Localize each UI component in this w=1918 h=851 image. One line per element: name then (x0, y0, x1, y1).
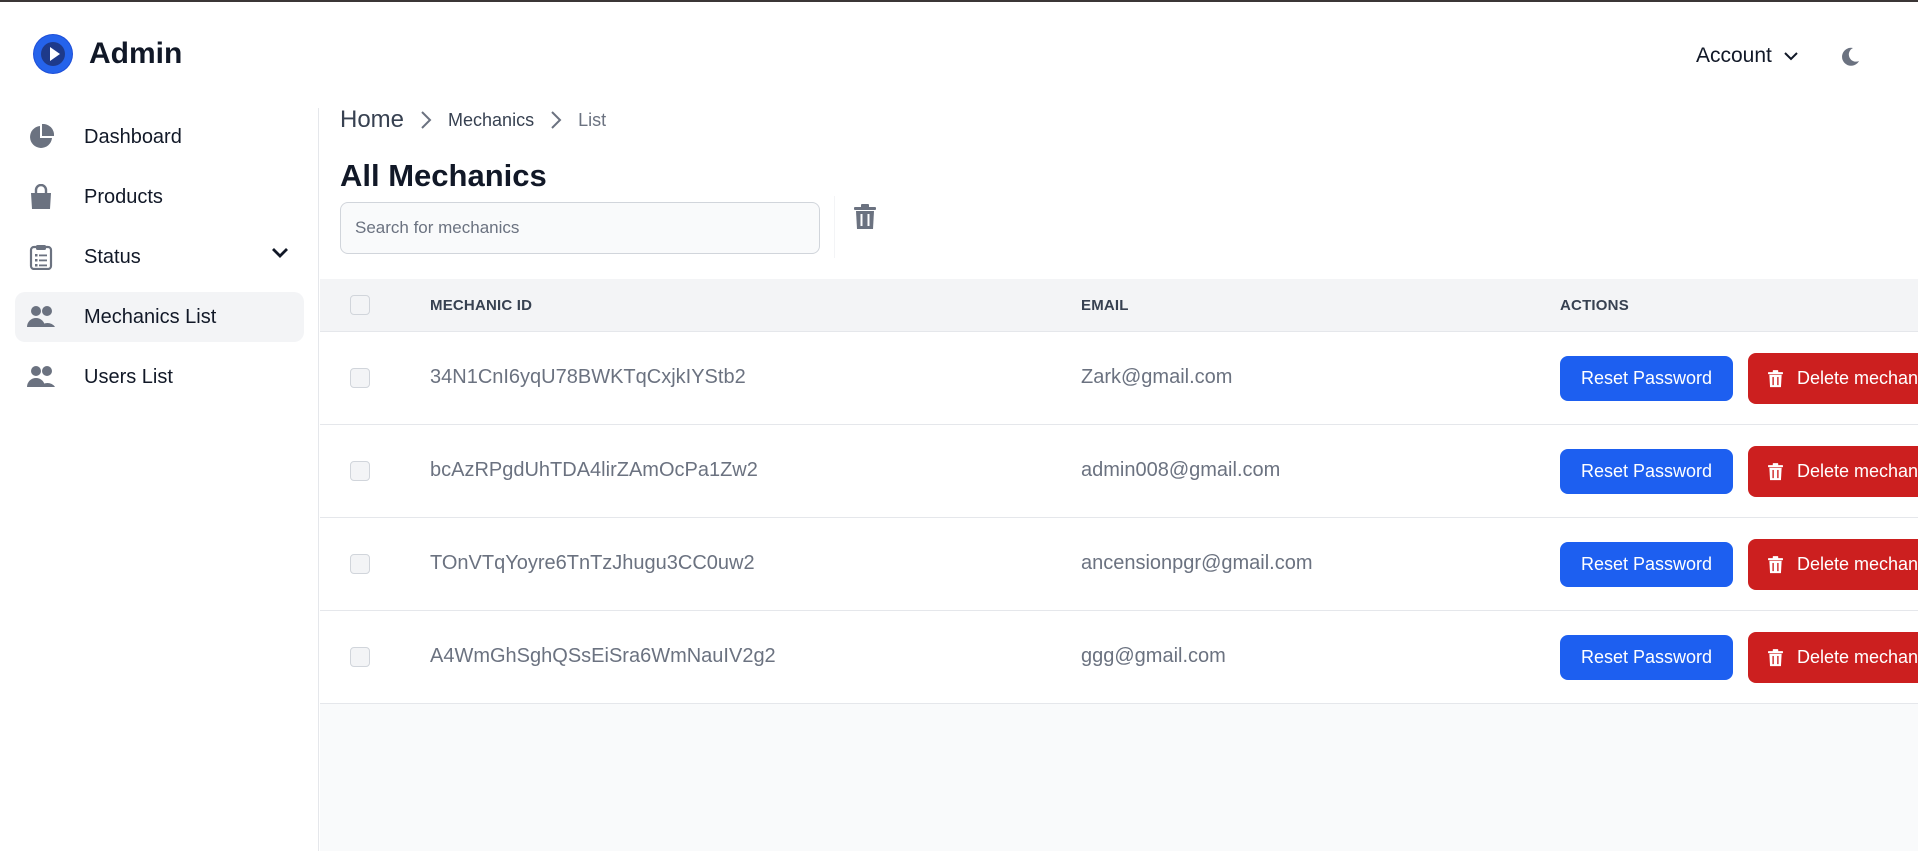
delete-label: Delete mechanic (1797, 368, 1918, 388)
users-icon (27, 303, 55, 331)
table-header: MECHANIC ID EMAIL ACTIONS (320, 279, 1918, 332)
trash-icon (1768, 555, 1783, 573)
reset-password-button[interactable]: Reset Password (1560, 635, 1733, 680)
chevron-right-icon (550, 110, 562, 130)
page-title: All Mechanics (340, 158, 547, 193)
sidebar-item-status[interactable]: Status (15, 232, 304, 282)
mechanic-id-cell: bcAzRPgdUhTDA4lirZAmOcPa1Zw2 (430, 459, 758, 481)
users-icon (27, 363, 55, 391)
mechanic-id-cell: A4WmGhSghQSsEiSra6WmNauIV2g2 (430, 645, 776, 667)
pie-chart-icon (27, 123, 55, 151)
delete-mechanic-button[interactable]: Delete mechanic (1748, 353, 1918, 404)
delete-mechanic-button[interactable]: Delete mechanic (1748, 539, 1918, 590)
breadcrumb-list: List (578, 109, 607, 130)
sidebar-item-label: Dashboard (84, 125, 182, 148)
breadcrumb-mechanics[interactable]: Mechanics (448, 110, 534, 131)
trash-icon (1768, 648, 1783, 666)
sidebar: Dashboard Products Status Mechanics List… (0, 108, 319, 851)
sidebar-item-users-list[interactable]: Users List (15, 352, 304, 402)
column-header-actions: ACTIONS (1560, 297, 1629, 314)
sidebar-item-dashboard[interactable]: Dashboard (15, 112, 304, 162)
sidebar-item-label: Products (84, 185, 163, 208)
sidebar-item-label: Status (84, 245, 141, 268)
moon-icon[interactable] (1839, 46, 1861, 68)
row-checkbox[interactable] (350, 554, 370, 574)
delete-label: Delete mechanic (1797, 647, 1918, 667)
account-menu-button[interactable]: Account (1696, 44, 1798, 68)
trash-icon[interactable] (854, 204, 882, 232)
row-checkbox[interactable] (350, 461, 370, 481)
sidebar-item-mechanics-list[interactable]: Mechanics List (15, 292, 304, 342)
page-header: Home Mechanics List All Mechanics (320, 106, 1918, 279)
table-row: A4WmGhSghQSsEiSra6WmNauIV2g2 ggg@gmail.c… (320, 611, 1918, 704)
mechanic-id-cell: 34N1CnI6yqU78BWKTqCxjkIYStb2 (430, 366, 746, 388)
chevron-down-icon (1784, 52, 1798, 61)
table-row: TOnVTqYoyre6TnTzJhugu3CC0uw2 ancensionpg… (320, 518, 1918, 611)
brand[interactable]: Admin (33, 34, 182, 74)
email-cell: ggg@gmail.com (1081, 645, 1226, 667)
email-cell: ancensionpgr@gmail.com (1081, 552, 1313, 574)
select-all-checkbox[interactable] (350, 295, 370, 315)
sidebar-item-products[interactable]: Products (15, 172, 304, 222)
sidebar-item-label: Users List (84, 365, 173, 388)
trash-icon (1768, 369, 1783, 387)
reset-password-button[interactable]: Reset Password (1560, 542, 1733, 587)
account-label: Account (1696, 44, 1772, 67)
divider (834, 196, 835, 258)
app-title: Admin (89, 37, 183, 70)
delete-mechanic-button[interactable]: Delete mechanic (1748, 446, 1918, 497)
main-content: Home Mechanics List All Mechanics Search… (320, 106, 1918, 851)
reset-password-button[interactable]: Reset Password (1560, 356, 1733, 401)
email-cell: Zark@gmail.com (1081, 366, 1233, 388)
column-header-email: EMAIL (1081, 297, 1129, 314)
delete-label: Delete mechanic (1797, 461, 1918, 481)
table-row: 34N1CnI6yqU78BWKTqCxjkIYStb2 Zark@gmail.… (320, 332, 1918, 425)
row-checkbox[interactable] (350, 368, 370, 388)
row-checkbox[interactable] (350, 647, 370, 667)
delete-mechanic-button[interactable]: Delete mechanic (1748, 632, 1918, 683)
trash-icon (1768, 462, 1783, 480)
email-cell: admin008@gmail.com (1081, 459, 1281, 481)
sidebar-item-label: Mechanics List (84, 305, 217, 328)
reset-password-button[interactable]: Reset Password (1560, 449, 1733, 494)
clipboard-icon (27, 243, 55, 271)
chevron-down-icon (272, 248, 288, 258)
search-input[interactable] (340, 202, 820, 254)
breadcrumb: Home Mechanics List (340, 106, 607, 134)
play-logo-icon (33, 34, 73, 74)
mechanic-id-cell: TOnVTqYoyre6TnTzJhugu3CC0uw2 (430, 552, 755, 574)
chevron-right-icon (420, 110, 432, 130)
navbar: Admin Account (0, 2, 1918, 108)
breadcrumb-home[interactable]: Home (340, 106, 404, 134)
table-row: bcAzRPgdUhTDA4lirZAmOcPa1Zw2 admin008@gm… (320, 425, 1918, 518)
delete-label: Delete mechanic (1797, 554, 1918, 574)
column-header-mechanic-id: MECHANIC ID (430, 297, 533, 314)
shopping-bag-icon (27, 183, 55, 211)
